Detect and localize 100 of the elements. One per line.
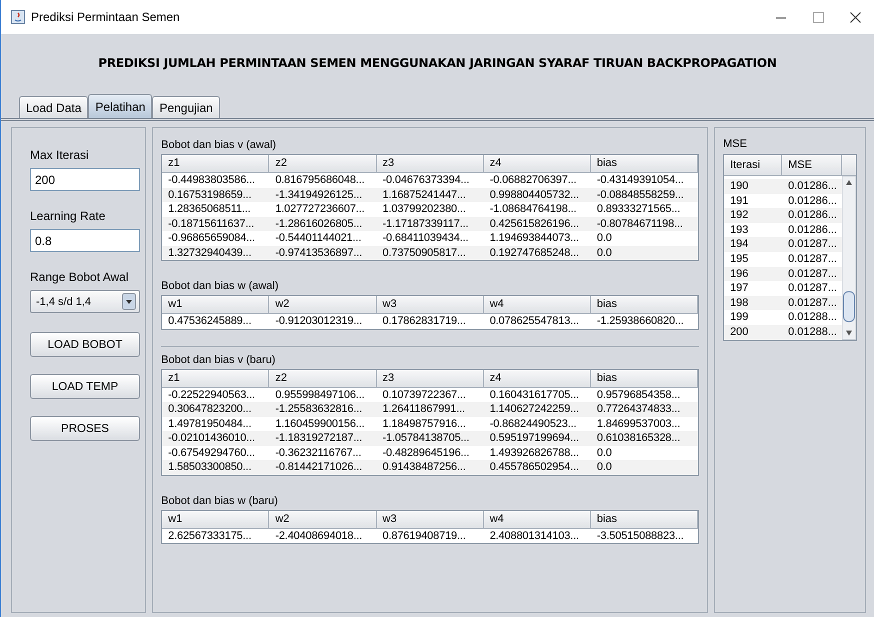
input-field[interactable]: 0.8 [30,229,140,252]
column-header[interactable]: z3 [376,155,484,173]
table-cell-text: 1.140627242259... [488,402,580,416]
table-cell-text: -1.18319272187... [274,431,364,446]
tab[interactable]: Pelatihan [88,94,152,118]
table-cell-text: 0.73750905817... [382,246,467,260]
table-cell-text: -0.97413536897... [274,246,364,260]
table-cell-text: 1.03799202380... [382,202,467,216]
column-header[interactable]: w2 [269,296,376,314]
table-cell-text: -1.25583632816... [274,402,364,416]
action-button[interactable]: PROSES [30,416,140,441]
table-cell-text: 0.10739722367... [382,388,467,402]
table-cell-text: 0.160431617705... [488,388,580,402]
table-cell-text: 1.32732940439... [167,246,252,260]
table-cell-text: 0.0 [596,231,613,246]
table-cell-text: -2.40408694018... [274,528,364,543]
table-cell-text: 0.816795686048... [274,173,366,188]
table-title: Bobot dan bias v (baru) [161,352,276,368]
table-cell-text: 0.01287... [787,296,838,310]
column-header[interactable]: z4 [484,155,591,173]
table-cell-text: 0.95796854358... [596,388,682,402]
table-cell-text: -0.67549294760... [167,446,256,460]
table-cell-text: 0.0 [596,460,613,474]
table-cell-text: 2.62567333175... [167,528,252,543]
input-field[interactable]: 200 [30,168,140,191]
table-cell-text: 1.84699537003... [596,416,682,431]
table-cell-text: 0.595197199694... [488,431,580,446]
column-header[interactable]: z1 [162,155,270,173]
table-title: Bobot dan bias w (awal) [161,279,280,294]
table-cell-text: 0.01288... [787,324,838,340]
column-header[interactable]: Iterasi [724,155,782,176]
column-header[interactable]: w2 [269,510,376,528]
table-cell-text: -0.02101436010... [167,431,256,446]
column-header[interactable]: w1 [162,510,270,528]
app-icon [11,10,25,24]
field-label: Learning Rate [30,209,106,225]
column-header[interactable]: z4 [484,370,591,388]
table-cell-text: 0.998804405732... [488,188,580,202]
table-cell-text: -0.48289645196... [382,446,470,460]
column-header[interactable]: bias [590,155,698,173]
column-header[interactable]: bias [590,370,698,388]
table-cell-text: 0.0 [596,446,613,460]
table-cell-text: 2.408801314103... [488,528,580,543]
field-label: Max Iterasi [30,148,90,164]
column-header[interactable]: w3 [376,510,484,528]
column-header[interactable]: bias [590,510,698,528]
action-button[interactable]: LOAD BOBOT [30,332,140,357]
tab[interactable]: Load Data [19,96,88,118]
table-cell-text: 1.58503300850... [167,460,252,474]
table-cell-text: -0.81442171026... [274,460,364,474]
table-cell-text: 193 [729,222,750,238]
table-cell-text: -0.18715611637... [167,216,256,231]
column-header[interactable]: z2 [269,370,376,388]
table-cell-text: 0.0 [596,246,613,260]
table-cell-text: 198 [729,296,750,310]
table-cell-text: -1.25938660820... [596,314,685,328]
table-cell-text: 0.61038165328... [596,431,682,446]
table-cell-text: 0.17862831719... [382,314,467,328]
column-header[interactable]: z1 [162,370,270,388]
column-header[interactable]: z2 [269,155,376,173]
table-cell-text: 0.01287... [787,281,838,296]
column-header[interactable]: w4 [484,296,591,314]
scrollbar[interactable] [842,176,856,340]
table-cell-text: -1.34194926125... [274,188,364,202]
app-heading: PREDIKSI JUMLAH PERMINTAAN SEMEN MENGGUNAKAN JARINGAN SYARAF TIRUAN BACKPROPAGATION [98,56,777,70]
table-cell-text: 0.01287... [787,266,838,282]
column-header[interactable]: w1 [162,296,270,314]
tab[interactable]: Pengujian [152,96,220,118]
header-corner [842,155,856,176]
dropdown[interactable]: -1,4 s/d 1,4 [30,290,140,313]
close-icon[interactable] [850,12,861,22]
table-cell-text: 0.01288... [787,310,838,325]
table-cell-text: 1.16875241447... [382,188,467,202]
table-cell-text: 0.955998497106... [274,388,366,402]
table-cell-text: 0.192747685248... [488,246,580,260]
table-cell-text: 0.47536245889... [167,314,252,328]
table-cell-text: 0.87619408719... [382,528,467,543]
table-cell-text: -0.44983803586... [167,173,256,188]
table-cell-text: 197 [729,281,750,296]
column-header[interactable]: bias [590,296,698,314]
table-cell-text: 1.493926826788... [488,446,580,460]
table-cell-text: -3.50515088823... [596,528,685,543]
table-cell-text: 1.18498757916... [382,416,467,431]
table-cell-text: 0.455786502954... [488,460,580,474]
column-header[interactable]: MSE [782,155,842,176]
table-cell-text: 0.89333271565... [596,202,682,216]
table-cell-text: -1.28616026805... [274,216,364,231]
column-header[interactable]: w4 [484,510,591,528]
table-cell-text: 194 [729,237,750,252]
action-button[interactable]: LOAD TEMP [30,374,140,399]
column-header[interactable]: w3 [376,296,484,314]
table-cell-text: -0.08848558259... [596,188,685,202]
column-header[interactable]: z3 [376,370,484,388]
table-cell-text: 1.160459900156... [274,416,366,431]
table-cell-text: 0.77264374833... [596,402,682,416]
table-cell-text: -1.17187339117... [382,216,470,231]
table-cell-text: 190 [729,179,750,194]
panel-title: MSE [723,138,748,152]
table-cell-text: -0.04676373394... [382,173,470,188]
table-cell-text: -0.22522940563... [167,388,256,402]
